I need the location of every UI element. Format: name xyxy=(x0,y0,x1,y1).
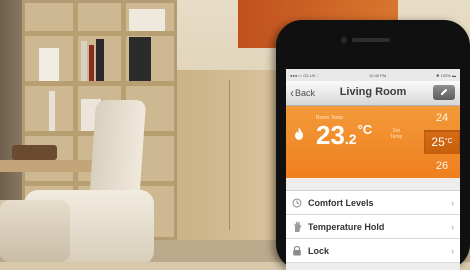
desk xyxy=(0,160,95,172)
leather-bag xyxy=(12,145,57,160)
pencil-icon xyxy=(441,88,448,95)
book xyxy=(81,41,87,81)
setpoint-picker[interactable]: 24 25°C 26 xyxy=(424,106,460,178)
shelf-board xyxy=(25,81,174,86)
menu-item-comfort-levels[interactable]: Comfort Levels › xyxy=(286,191,460,215)
flame-icon xyxy=(295,127,303,140)
smartphone: ●●●○○ O2-UK ∷ 10:45 PM ✱ 100% ▬ ‹ Back L… xyxy=(276,20,470,270)
book xyxy=(49,91,55,131)
book xyxy=(96,39,104,81)
room-temp-whole: 23 xyxy=(316,120,345,150)
set-temp-label: Set Temp xyxy=(390,128,402,140)
status-bar: ●●●○○ O2-UK ∷ 10:45 PM ✱ 100% ▬ xyxy=(286,69,460,81)
menu-item-label: Comfort Levels xyxy=(308,197,374,208)
speaker-grille xyxy=(352,38,390,42)
section-spacer xyxy=(286,178,460,190)
clock-icon xyxy=(290,196,304,210)
setpoint-unit: °C xyxy=(444,138,453,145)
menu-item-label: Lock xyxy=(308,245,330,256)
navigation-bar: ‹ Back Living Room xyxy=(286,81,460,106)
menu-item-temperature-hold[interactable]: Temperature Hold › xyxy=(286,215,460,239)
box xyxy=(129,9,165,31)
carrier-signal: ●●●○○ O2-UK ∷ xyxy=(290,72,320,78)
thermostat-panel: Room Temp 23.2°C Set Temp 24 25°C 26 xyxy=(286,106,460,178)
room-temperature: 23.2°C xyxy=(316,122,372,149)
chevron-right-icon: › xyxy=(451,245,454,256)
edit-button[interactable] xyxy=(433,85,455,100)
cabinet-door-line xyxy=(229,80,230,230)
book xyxy=(89,45,94,81)
settings-menu: Comfort Levels › Temperature Hold › Lock… xyxy=(286,190,460,263)
setpoint-option[interactable]: 24 xyxy=(424,106,460,130)
setpoint-option-selected[interactable]: 25°C xyxy=(424,130,460,154)
camera-icon xyxy=(341,37,347,43)
menu-item-lock[interactable]: Lock › xyxy=(286,239,460,263)
setpoint-option[interactable]: 26 xyxy=(424,154,460,178)
hand-icon xyxy=(290,220,304,234)
book-binder xyxy=(129,37,151,81)
padlock-icon xyxy=(290,244,304,258)
cabinet xyxy=(175,70,282,240)
box xyxy=(39,48,59,81)
room-temp-unit: °C xyxy=(357,122,373,137)
battery-status: ✱ 100% ▬ xyxy=(436,72,456,78)
room-temp-decimal: .2 xyxy=(344,131,357,147)
chevron-right-icon: › xyxy=(451,221,454,232)
chair xyxy=(0,200,70,262)
phone-screen: ●●●○○ O2-UK ∷ 10:45 PM ✱ 100% ▬ ‹ Back L… xyxy=(286,69,460,270)
shelf-board xyxy=(25,31,174,36)
menu-item-label: Temperature Hold xyxy=(308,221,385,232)
chevron-right-icon: › xyxy=(451,197,454,208)
status-time: 10:45 PM xyxy=(369,72,387,78)
set-label-line2: Temp xyxy=(390,134,403,140)
selected-setpoint-value: 25 xyxy=(431,135,445,149)
